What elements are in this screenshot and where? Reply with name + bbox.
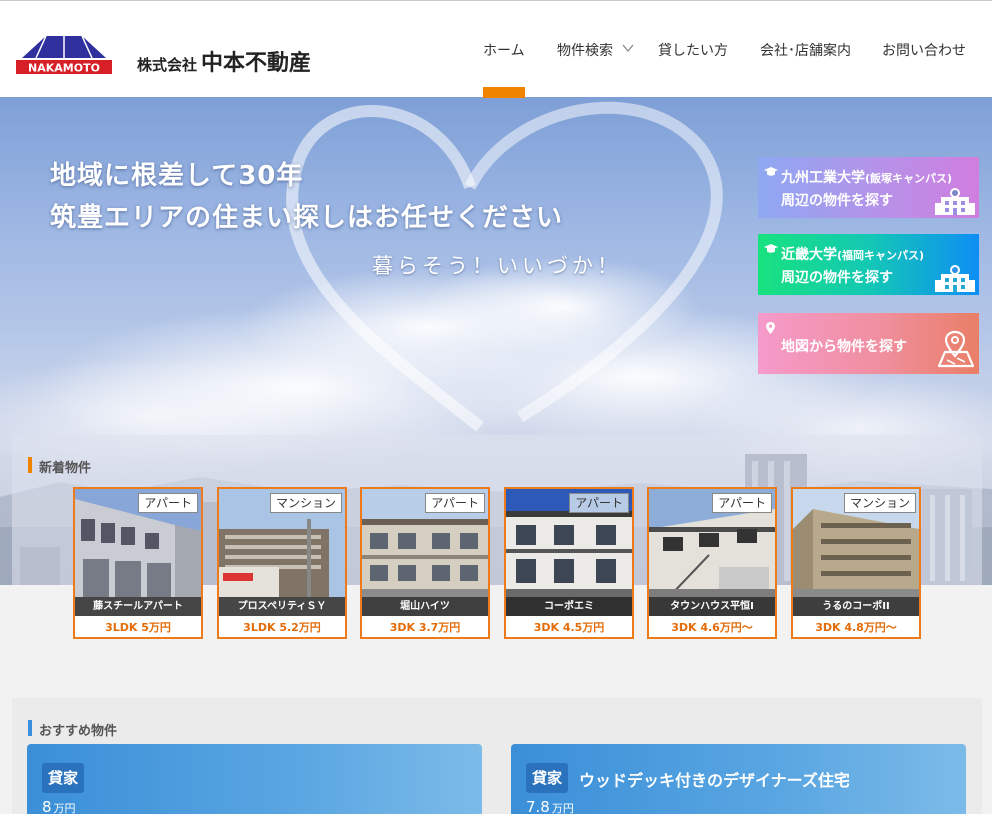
map-icon: [937, 330, 975, 368]
rental-house-badge: 貸家: [526, 763, 569, 793]
property-price: 3DK 4.5万円: [533, 621, 605, 634]
kyushu-university-title: 九州工業大学(飯塚キャンパス): [781, 170, 953, 186]
recommended-card[interactable]: 貸家 ウッドデッキ付きのデザイナーズ住宅 7.8 万円: [511, 744, 966, 814]
rental-house-badge: 貸家: [42, 763, 85, 793]
recommended-title: ウッドデッキ付きのデザイナーズ住宅: [579, 771, 850, 790]
new-listings-heading: 新着物件: [28, 457, 91, 476]
property-type-badge: アパート: [712, 493, 772, 513]
property-price: 3DK 4.8万円～: [815, 621, 897, 634]
property-price: 3DK 3.7万円: [389, 621, 461, 634]
graduation-cap-icon: [764, 167, 778, 176]
nav-property-search[interactable]: 物件検索: [557, 40, 613, 60]
location-pin-icon: [766, 322, 775, 334]
property-type-badge: マンション: [269, 493, 342, 513]
listing-card[interactable]: アパート 堀山ハイツ 3DK 3.7万円: [360, 487, 490, 639]
kindai-university-search-button[interactable]: 近畿大学(福岡キャンパス) 周辺の物件を探す: [758, 234, 979, 295]
listing-card[interactable]: マンション プロスペリティＳＹ 3LDK 5.2万円: [217, 487, 347, 639]
property-type-badge: マンション: [843, 493, 916, 513]
property-type-badge: アパート: [569, 493, 629, 513]
recommended-price: 7.8 万円: [526, 798, 574, 814]
property-price: 3LDK 5万円: [105, 621, 171, 634]
property-price: 3DK 4.6万円～: [671, 621, 753, 634]
property-name: 堀山ハイツ: [362, 597, 488, 616]
recommended-heading: おすすめ物件: [28, 720, 117, 739]
main-nav: ホーム 物件検索 貸したい方 会社･店舗案内 お問い合わせ: [0, 40, 992, 60]
active-nav-indicator: [483, 87, 525, 98]
nav-home[interactable]: ホーム: [483, 40, 525, 60]
property-price: 3LDK 5.2万円: [243, 621, 321, 634]
recommended-card[interactable]: 貸家 8 万円: [27, 744, 482, 814]
nav-landlords[interactable]: 貸したい方: [658, 40, 728, 60]
recommended-price: 8 万円: [42, 798, 76, 814]
site-header: NAKAMOTO 株式会社 中本不動産 ホーム 物件検索 貸したい方 会社･店舗案…: [0, 0, 992, 98]
property-name: 藤スチールアパート: [75, 597, 201, 616]
kindai-university-title: 近畿大学(福岡キャンパス): [781, 247, 925, 263]
property-name: コーポエミ: [506, 597, 632, 616]
listing-card[interactable]: アパート 藤スチールアパート 3LDK 5万円: [73, 487, 203, 639]
map-search-button[interactable]: 地図から物件を探す: [758, 313, 979, 374]
hero-tagline: 暮らそう！いいづか！: [372, 254, 622, 278]
map-search-label: 地図から物件を探す: [781, 339, 907, 355]
nav-contact[interactable]: お問い合わせ: [882, 40, 966, 60]
listing-card[interactable]: アパート タウンハウス平恒Ⅰ 3DK 4.6万円～: [647, 487, 777, 639]
property-type-badge: アパート: [425, 493, 485, 513]
school-building-icon: [935, 265, 975, 292]
property-type-badge: アパート: [138, 493, 198, 513]
listing-card[interactable]: アパート コーポエミ 3DK 4.5万円: [504, 487, 634, 639]
kindai-search-label: 周辺の物件を探す: [781, 270, 893, 286]
hero-headline-1: 地域に根差して30年: [50, 161, 304, 191]
property-name: プロスペリティＳＹ: [219, 597, 345, 616]
kyushu-search-label: 周辺の物件を探す: [781, 193, 893, 209]
property-name: うるのコーポII: [793, 597, 919, 616]
listing-card[interactable]: マンション うるのコーポII 3DK 4.8万円～: [791, 487, 921, 639]
nav-company-stores[interactable]: 会社･店舗案内: [760, 40, 851, 60]
chevron-down-icon[interactable]: [622, 43, 634, 53]
school-building-icon: [935, 188, 975, 215]
graduation-cap-icon: [764, 244, 778, 253]
kyushu-university-search-button[interactable]: 九州工業大学(飯塚キャンパス) 周辺の物件を探す: [758, 157, 979, 218]
hero-headline-2: 筑豊エリアの住まい探しはお任せください: [50, 203, 564, 233]
svg-text:NAKAMOTO: NAKAMOTO: [28, 62, 100, 75]
property-name: タウンハウス平恒Ⅰ: [649, 597, 775, 616]
